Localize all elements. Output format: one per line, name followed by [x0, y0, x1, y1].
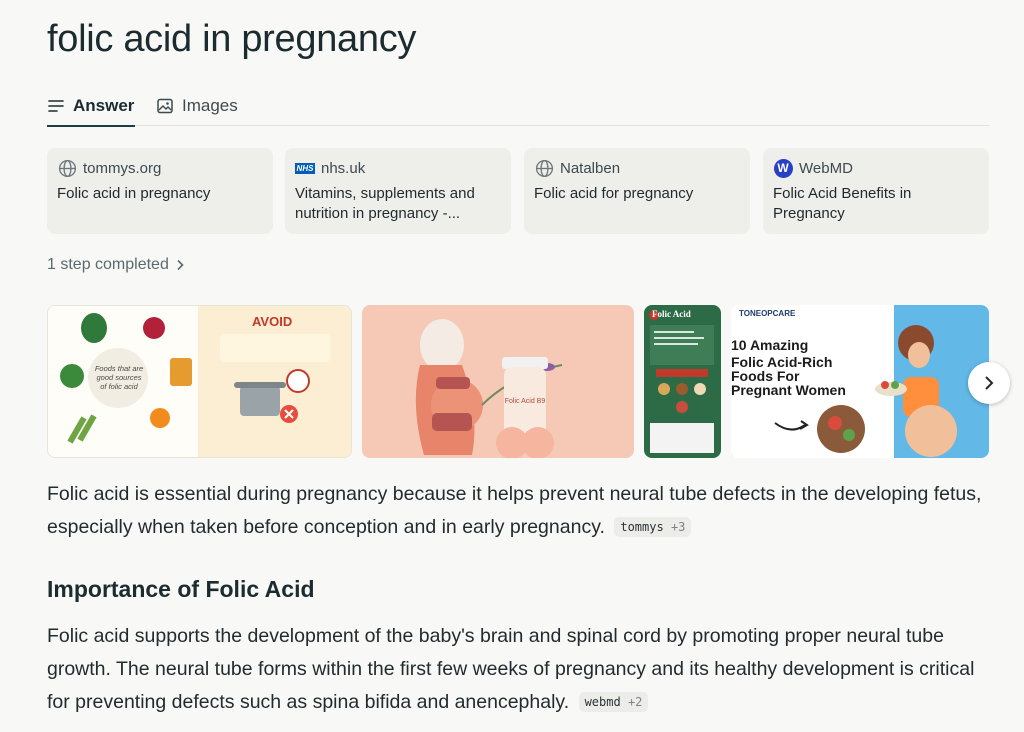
- source-card[interactable]: NHS nhs.uk Vitamins, supplements and nut…: [285, 148, 511, 234]
- source-site: nhs.uk: [321, 159, 366, 177]
- source-card[interactable]: W WebMD Folic Acid Benefits in Pregnancy: [763, 148, 989, 234]
- image-icon: [157, 98, 173, 114]
- answer-paragraph: Folic acid is essential during pregnancy…: [47, 478, 989, 544]
- next-images-button[interactable]: [968, 362, 1010, 404]
- citation-more: +2: [627, 695, 643, 709]
- source-title: Vitamins, supplements and nutrition in p…: [295, 185, 475, 222]
- steps-label: 1 step completed: [47, 256, 169, 273]
- source-cards: tommys.org Folic acid in pregnancy NHS n…: [47, 148, 989, 234]
- nhs-logo-icon: NHS: [295, 162, 315, 174]
- image-thumbnail-folic-foods-list[interactable]: TONEOPCARE 10 Amazing Folic Acid-Rich Fo…: [731, 305, 989, 458]
- answer-paragraph: Folic acid supports the development of t…: [47, 620, 989, 719]
- chevron-right-icon: [177, 259, 184, 271]
- source-card[interactable]: Natalben Folic acid for pregnancy: [524, 148, 750, 234]
- tab-images-label: Images: [182, 96, 238, 115]
- globe-icon: [534, 158, 554, 178]
- webmd-logo-icon: W: [773, 158, 793, 178]
- section-heading: Importance of Folic Acid: [47, 576, 315, 602]
- image-thumbnail-folic-poster[interactable]: Folic Acid: [644, 305, 721, 458]
- citation-chip[interactable]: webmd +2: [578, 692, 649, 712]
- source-title: Folic acid in pregnancy: [57, 185, 211, 202]
- tab-images[interactable]: Images: [156, 86, 238, 126]
- citation-more: +3: [670, 520, 686, 534]
- poster-title: Folic Acid: [652, 309, 691, 319]
- image-thumbnail-folic-foods[interactable]: Foods that are good sources of folic aci…: [47, 305, 352, 458]
- image-caption: Foods that are good sources of folic aci…: [94, 364, 144, 391]
- tab-answer[interactable]: Answer: [47, 86, 135, 127]
- citation-source: tommys: [620, 520, 664, 534]
- source-site: tommys.org: [83, 159, 162, 177]
- source-card[interactable]: tommys.org Folic acid in pregnancy: [47, 148, 273, 234]
- citation-chip[interactable]: tommys +3: [614, 517, 692, 537]
- result-tabs: Answer Images: [47, 86, 989, 127]
- bottle-label: Folic Acid B9: [504, 398, 546, 405]
- image-panel: AVOID: [198, 306, 351, 457]
- query-title: folic acid in pregnancy: [47, 18, 417, 60]
- steps-completed-toggle[interactable]: 1 step completed: [47, 256, 185, 274]
- source-site: Natalben: [560, 159, 621, 177]
- paragraph-text: Folic acid supports the development of t…: [47, 625, 975, 713]
- source-title: Folic Acid Benefits in Pregnancy: [773, 185, 912, 222]
- image-strip: Foods that are good sources of folic aci…: [47, 305, 989, 458]
- image-thumbnail-pregnant-woman[interactable]: Folic Acid B9: [362, 305, 634, 458]
- paragraph-text: Folic acid is essential during pregnancy…: [47, 483, 982, 538]
- tab-answer-label: Answer: [73, 96, 135, 115]
- list-icon: [48, 100, 64, 112]
- image-panel: Foods that are good sources of folic aci…: [48, 306, 198, 457]
- source-title: Folic acid for pregnancy: [534, 185, 694, 202]
- globe-icon: [57, 158, 77, 178]
- citation-source: webmd: [584, 695, 621, 709]
- chevron-right-icon: [985, 376, 994, 390]
- source-site: WebMD: [799, 159, 853, 177]
